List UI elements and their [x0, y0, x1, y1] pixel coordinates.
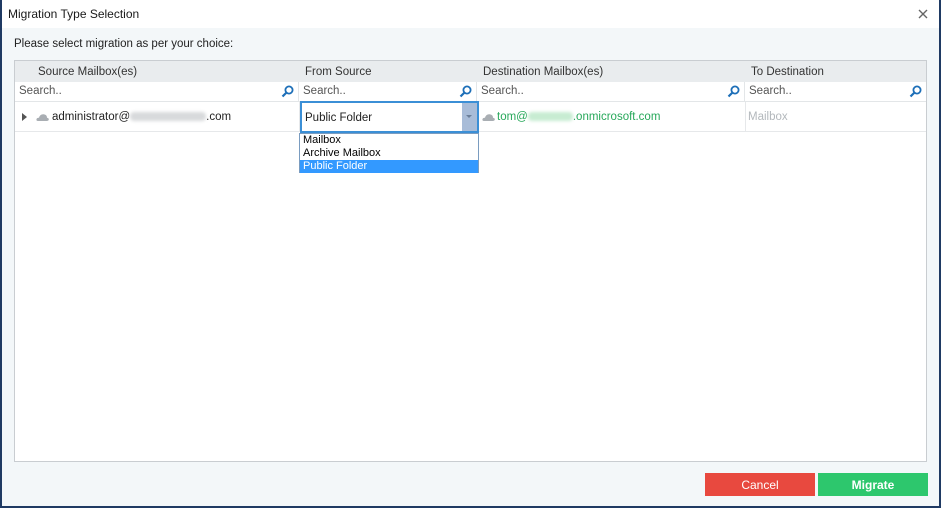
destination-mailbox: tom@ .onmicrosoft.com — [497, 111, 661, 123]
source-search — [15, 82, 299, 102]
dropdown-option-archive-mailbox[interactable]: Archive Mailbox — [300, 147, 478, 160]
to-destination-value[interactable]: Mailbox — [748, 111, 788, 123]
column-header-from-source[interactable]: From Source — [305, 66, 371, 78]
search-row — [15, 82, 926, 102]
from-source-value: Public Folder — [305, 112, 373, 124]
to-destination-search-input[interactable] — [749, 85, 903, 97]
destination-search — [477, 82, 745, 102]
mailbox-grid: Source Mailbox(es) From Source Destinati… — [14, 60, 927, 462]
search-icon[interactable] — [909, 85, 922, 98]
instruction-text: Please select migration as per your choi… — [14, 38, 234, 50]
title-bar: Migration Type Selection — [2, 0, 939, 28]
source-mailbox: administrator@ .com — [52, 111, 232, 123]
close-icon[interactable] — [915, 6, 931, 22]
expand-arrow-icon[interactable] — [22, 113, 27, 121]
dialog-title: Migration Type Selection — [8, 7, 140, 21]
from-source-combobox[interactable]: Public Folder — [300, 101, 479, 133]
grid-header: Source Mailbox(es) From Source Destinati… — [15, 61, 926, 82]
from-source-search — [299, 82, 477, 102]
cancel-button[interactable]: Cancel — [705, 473, 815, 496]
cloud-icon — [482, 114, 495, 121]
search-icon[interactable] — [281, 85, 294, 98]
dropdown-option-public-folder[interactable]: Public Folder — [300, 160, 478, 173]
from-source-search-input[interactable] — [303, 85, 454, 97]
migrate-button[interactable]: Migrate — [818, 473, 928, 496]
column-header-source[interactable]: Source Mailbox(es) — [38, 66, 137, 78]
dropdown-option-mailbox[interactable]: Mailbox — [300, 134, 478, 147]
search-icon[interactable] — [727, 85, 740, 98]
migration-type-dialog: Migration Type Selection Please select m… — [2, 0, 939, 506]
search-icon[interactable] — [459, 85, 472, 98]
cloud-icon — [36, 114, 49, 121]
column-header-destination[interactable]: Destination Mailbox(es) — [483, 66, 603, 78]
column-header-to-destination[interactable]: To Destination — [751, 66, 824, 78]
from-source-dropdown: Mailbox Archive Mailbox Public Folder — [299, 133, 479, 173]
destination-search-input[interactable] — [481, 85, 708, 97]
to-destination-search — [745, 82, 926, 102]
source-search-input[interactable] — [19, 85, 260, 97]
chevron-down-icon[interactable] — [462, 103, 477, 131]
